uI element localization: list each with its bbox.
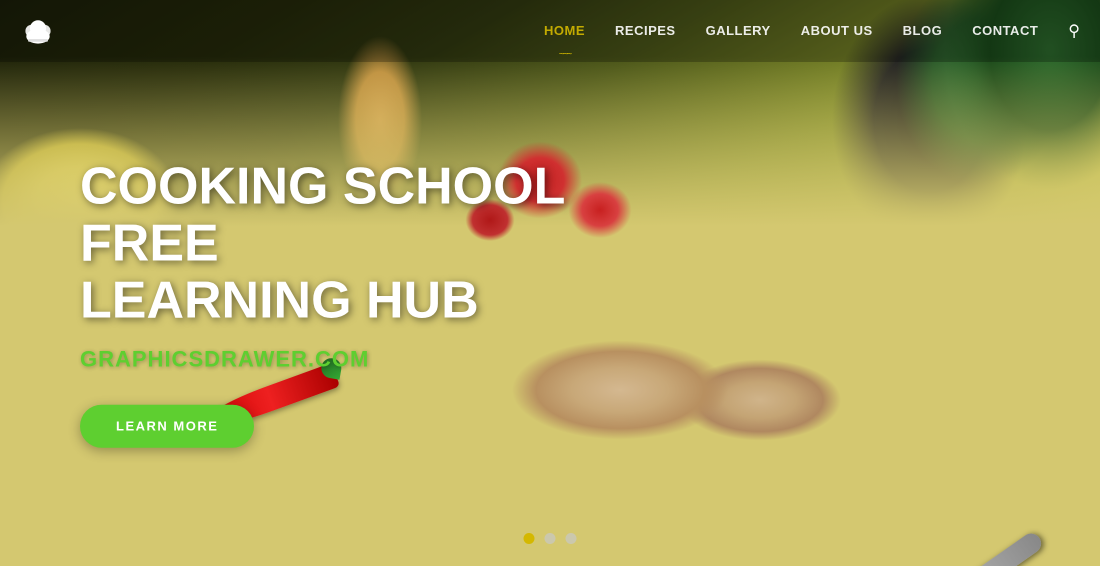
chef-hat-icon (20, 13, 56, 49)
slide-dot-2[interactable] (545, 533, 556, 544)
learn-more-button[interactable]: LEARN MORE (80, 404, 254, 447)
nav-search[interactable]: ⚲ (1068, 21, 1080, 41)
nav-item-contact[interactable]: CONTACT (972, 22, 1038, 40)
nav-item-about[interactable]: ABOUT US (801, 22, 873, 40)
slide-dot-1[interactable] (524, 533, 535, 544)
hero-section: HOME ~~~ RECIPES GALLERY ABOUT US BLOG C… (0, 0, 1100, 566)
slide-dot-3[interactable] (566, 533, 577, 544)
search-icon[interactable]: ⚲ (1068, 23, 1080, 40)
hero-content: COOKING SCHOOL FREE LEARNING HUB GRAPHIC… (80, 159, 640, 448)
logo[interactable] (20, 13, 56, 49)
nav-item-gallery[interactable]: GALLERY (706, 22, 771, 40)
active-nav-indicator: ~~~ (559, 50, 571, 60)
hero-subtitle: GRAPHICSDRAWER.COM (80, 346, 640, 372)
nav-links: HOME ~~~ RECIPES GALLERY ABOUT US BLOG C… (544, 21, 1080, 41)
nav-item-home[interactable]: HOME ~~~ (544, 22, 585, 40)
hero-title: COOKING SCHOOL FREE LEARNING HUB (80, 159, 640, 331)
slide-dots (524, 533, 577, 544)
nav-item-blog[interactable]: BLOG (903, 22, 943, 40)
nav-item-recipes[interactable]: RECIPES (615, 22, 676, 40)
navbar: HOME ~~~ RECIPES GALLERY ABOUT US BLOG C… (0, 0, 1100, 62)
